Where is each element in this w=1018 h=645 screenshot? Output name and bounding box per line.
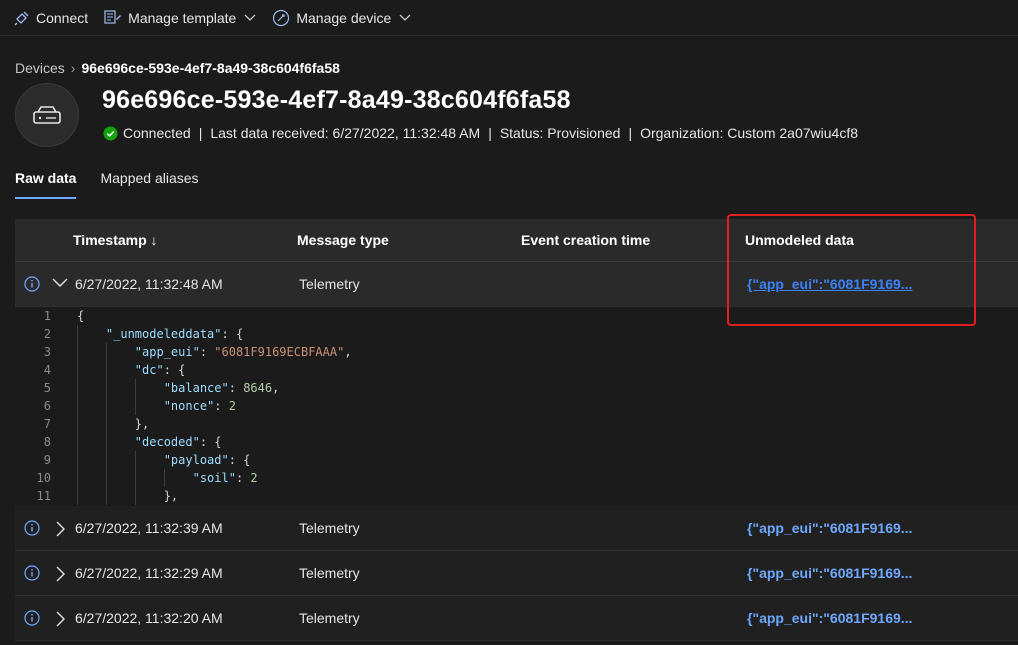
manage-device-button[interactable]: Manage device [272,9,411,27]
cell-timestamp: 6/27/2022, 11:32:29 AM [75,565,223,581]
page-title: 96e696ce-593e-4ef7-8a49-38c604f6fa58 [102,86,571,114]
code-line: 5 "balance": 8646, [15,379,1018,397]
chevron-right-icon[interactable] [52,611,68,627]
code-text: { [77,309,85,323]
info-icon[interactable] [24,520,40,536]
line-number: 10 [36,471,51,485]
breadcrumb-devices-link[interactable]: Devices [15,60,65,76]
cell-timestamp: 6/27/2022, 11:32:48 AM [75,276,223,292]
cell-unmodeled-data-link[interactable]: {"app_eui":"6081F9169... [747,565,912,581]
code-line: 9 "payload": { [15,451,1018,469]
line-number: 2 [43,327,51,341]
breadcrumb: Devices › 96e696ce-593e-4ef7-8a49-38c604… [15,60,340,76]
code-line: 11 }, [15,487,1018,505]
tab-mapped-aliases[interactable]: Mapped aliases [100,168,198,199]
divider: | [628,125,633,141]
manage-device-label: Manage device [296,9,392,26]
template-icon [104,9,122,24]
divider: | [198,125,203,141]
device-status-line: Connected | Last data received: 6/27/202… [103,125,858,141]
column-header-unmodeled-data[interactable]: Unmodeled data [745,232,854,248]
line-number: 3 [43,345,51,359]
device-icon [33,106,61,124]
code-line: 6 "nonce": 2 [15,397,1018,415]
info-icon[interactable] [24,565,40,581]
code-line: 8 "decoded": { [15,433,1018,451]
info-icon[interactable] [24,276,40,292]
code-text: "_unmodeleddata": { [105,327,244,341]
chevron-right-icon[interactable] [52,521,68,537]
code-text: }, [77,489,179,503]
connect-label: Connect [36,9,89,26]
line-number: 9 [43,453,51,467]
code-text: "nonce": 2 [163,399,236,413]
organization: Organization: Custom 2a07wiu4cf8 [640,125,858,141]
cell-message-type: Telemetry [299,610,360,626]
line-number: 8 [43,435,51,449]
table-row[interactable]: 6/27/2022, 11:32:48 AM Telemetry {"app_e… [15,262,1018,307]
breadcrumb-current: 96e696ce-593e-4ef7-8a49-38c604f6fa58 [81,60,340,76]
divider: | [488,125,492,141]
cell-timestamp: 6/27/2022, 11:32:39 AM [75,520,223,536]
info-icon[interactable] [24,610,40,626]
line-number: 6 [43,399,51,413]
cell-timestamp: 6/27/2022, 11:32:20 AM [75,610,223,626]
code-line: 10 "soil": 2 [15,469,1018,487]
line-number: 1 [43,309,51,323]
line-number: 4 [43,363,51,377]
code-line: 3 "app_eui": "6081F9169ECBFAAA", [15,343,1018,361]
chevron-down-icon [399,14,411,21]
cell-unmodeled-data-link[interactable]: {"app_eui":"6081F9169... [747,610,912,626]
code-text: "soil": 2 [192,471,258,485]
cell-unmodeled-data-link[interactable]: {"app_eui":"6081F9169... [747,276,912,292]
code-line: 2 "_unmodeleddata": { [15,325,1018,343]
tab-list: Raw data Mapped aliases [15,168,223,199]
column-header-message-type[interactable]: Message type [297,232,389,248]
code-line: 1{ [15,307,1018,325]
code-text: }, [77,417,150,431]
code-text: "app_eui": "6081F9169ECBFAAA", [134,345,352,359]
connect-button[interactable]: Connect [14,10,88,26]
code-text: "balance": 8646, [163,381,280,395]
last-data-received: Last data received: 6/27/2022, 11:32:48 … [210,125,481,141]
plug-icon [14,11,29,25]
code-text: "dc": { [134,363,186,377]
chevron-down-icon [244,14,256,21]
cell-message-type: Telemetry [299,565,360,581]
table-row[interactable]: 6/27/2022, 11:32:39 AM Telemetry {"app_e… [15,506,1018,551]
command-bar: Connect Manage template Manage device [0,0,1018,36]
manage-template-label: Manage template [128,9,237,26]
table-row[interactable]: 6/27/2022, 11:32:20 AM Telemetry {"app_e… [15,596,1018,641]
line-number: 5 [43,381,51,395]
grid-header: Timestamp ↓ Message type Event creation … [15,219,1018,262]
line-number: 7 [43,417,51,431]
code-text: "payload": { [163,453,251,467]
raw-data-grid: Timestamp ↓ Message type Event creation … [15,219,1018,641]
cell-unmodeled-data-link[interactable]: {"app_eui":"6081F9169... [747,520,912,536]
code-text: "decoded": { [134,435,222,449]
tab-raw-data[interactable]: Raw data [15,168,77,199]
chevron-right-icon: › [70,60,76,76]
json-viewer[interactable]: 1{ 2 "_unmodeleddata": { 3 "app_eui": "6… [15,307,1018,506]
cell-message-type: Telemetry [299,520,360,536]
column-header-event-creation-time[interactable]: Event creation time [521,232,650,248]
table-row[interactable]: 6/27/2022, 11:32:29 AM Telemetry {"app_e… [15,551,1018,596]
manage-template-button[interactable]: Manage template [104,10,256,26]
column-header-timestamp[interactable]: Timestamp ↓ [73,232,158,248]
chevron-right-icon[interactable] [52,566,68,582]
code-line: 7 }, [15,415,1018,433]
provisioning-status: Status: Provisioned [499,125,621,141]
device-settings-icon [273,9,290,26]
device-avatar [15,83,79,147]
chevron-down-icon[interactable] [52,277,68,289]
connection-status: Connected [123,125,191,141]
cell-message-type: Telemetry [299,276,360,292]
check-circle-icon [103,125,118,141]
code-line: 4 "dc": { [15,361,1018,379]
line-number: 11 [36,489,51,503]
